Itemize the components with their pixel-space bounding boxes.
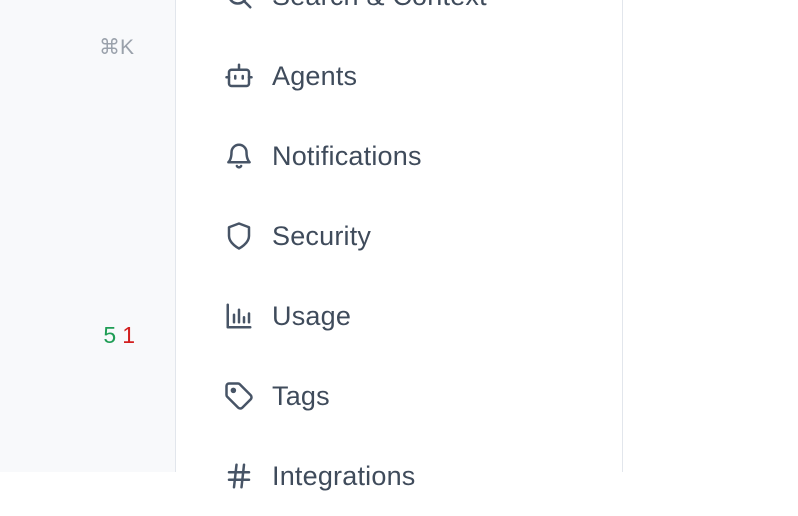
menu-item-label: Agents (272, 60, 358, 91)
menu-item-label: Security (272, 220, 372, 251)
settings-menu-list: Search & Context Agents Notifications Se… (176, 0, 622, 516)
shield-icon (224, 221, 254, 251)
menu-item-label: Usage (272, 300, 352, 331)
bar-chart-icon (224, 301, 254, 331)
lines-added-count: 5 (103, 322, 117, 348)
menu-item-label: Tags (272, 380, 330, 411)
menu-item-integrations[interactable]: Integrations (176, 436, 622, 516)
menu-item-notifications[interactable]: Notifications (176, 116, 622, 196)
menu-item-security[interactable]: Security (176, 196, 622, 276)
menu-item-tags[interactable]: Tags (176, 356, 622, 436)
menu-item-label: Notifications (272, 140, 422, 171)
lines-removed-count: 1 (122, 322, 135, 348)
menu-item-usage[interactable]: Usage (176, 276, 622, 356)
menu-item-label: Search & Context (272, 0, 487, 12)
tag-icon (224, 381, 254, 411)
menu-item-label: Integrations (272, 460, 416, 491)
sidebar: ⌘K 51 (0, 0, 176, 472)
search-icon (224, 0, 254, 11)
menu-item-agents[interactable]: Agents (176, 36, 622, 116)
content-area (623, 0, 798, 472)
diff-stats: 51 (103, 322, 135, 349)
settings-menu-panel: Search & Context Agents Notifications Se… (176, 0, 623, 491)
menu-item-search-context[interactable]: Search & Context (176, 0, 622, 36)
bell-icon (224, 141, 254, 171)
robot-icon (224, 61, 254, 91)
hash-icon (224, 461, 254, 491)
command-k-shortcut-hint: ⌘K (98, 36, 134, 59)
